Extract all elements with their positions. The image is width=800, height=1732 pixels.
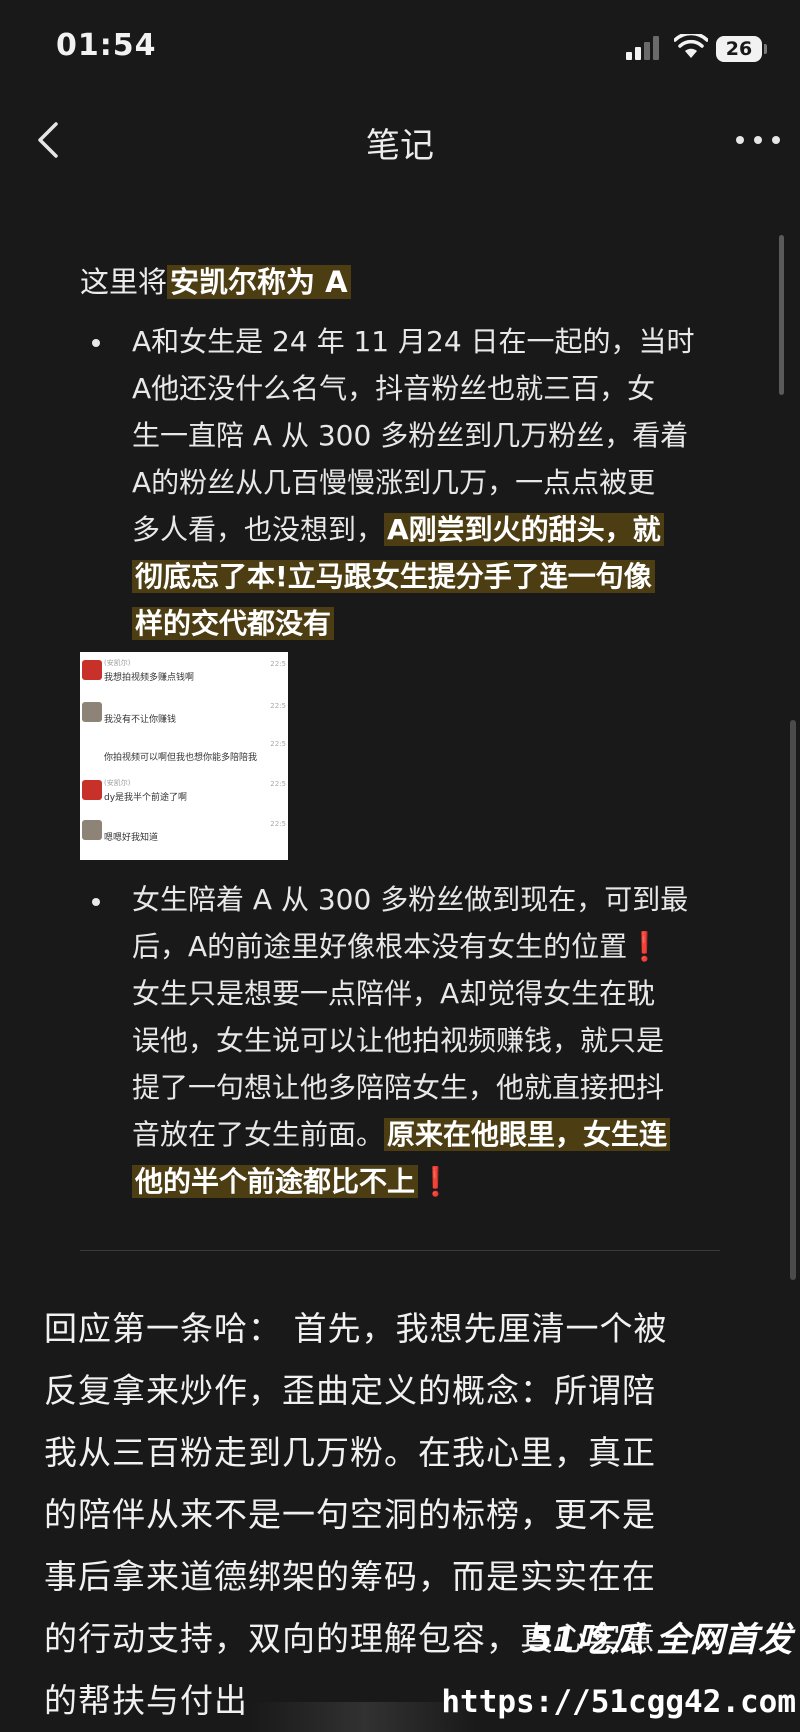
exclamation-mark-icon: ❗ [627,930,663,963]
bullet1-line: A和女生是 24 年 11 月24 日在一起的，当时 [132,325,695,358]
bullet2-line: 女生陪着 A 从 300 多粉丝做到现在，可到最 [132,883,689,916]
bullet2-highlight: 他的半个前途都比不上 [132,1165,419,1198]
chat-text: 嗯嗯好我知道 [104,833,159,843]
chat-message: (安凯尔) 我想拍视频多赚点钱啊 22:5 [80,656,288,698]
chat-message: (安凯尔) dy是我半个前途了啊 22:5 [80,776,288,818]
chat-text: 我没有不让你赚钱 [104,715,177,725]
avatar [82,820,102,840]
bullet1-highlight: 彻底忘了本!立马跟女生提分手了连一句像 [132,560,655,593]
bullet-item-1: A和女生是 24 年 11 月24 日在一起的，当时 A他还没什么名气，抖音粉丝… [132,318,722,647]
nav-bar: 笔记 [0,100,800,180]
bullet2-line: 他的半个前途都比不上 ❗ [132,1158,722,1205]
reply-line: 回应第一条哈： 首先，我想先厘清一个被 [44,1309,668,1348]
chat-message: 嗯嗯好我知道 22:5 [80,816,288,858]
chat-text: 你拍视频可以啊但我也想你能多陪陪我 [104,753,258,763]
bullet-item-2: 女生陪着 A 从 300 多粉丝做到现在，可到最 后，A的前途里好像根本没有女生… [132,876,722,1205]
chat-message: 你拍视频可以啊但我也想你能多陪陪我 22:5 [80,736,288,778]
note-intro: 这里将 安凯尔称为 A [80,260,351,304]
bullet2-line2-text: 后，A的前途里好像根本没有女生的位置 [132,930,628,963]
bullet2-line6-plain: 音放在了女生前面。 [132,1118,385,1151]
status-time: 01:54 [56,28,157,63]
more-options-button[interactable] [730,122,786,158]
bullet1-line: A他还没什么名气，抖音粉丝也就三百，女 [132,372,656,405]
watermark-brand: 51吃瓜 全网首发 [528,1620,792,1660]
bullet1-line5-plain: 多人看，也没想到， [132,513,385,546]
watermark-url: https://51cgg42.com [441,1684,796,1720]
reply-line: 我从三百粉走到几万粉。在我心里，真正 [44,1433,656,1472]
reply-line: 的陪伴从来不是一句空洞的标榜，更不是 [44,1495,656,1534]
bullet1-line: A的粉丝从几百慢慢涨到几万，一点点被更 [132,466,656,499]
chat-name: (安凯尔) [104,779,131,787]
bullet1-line: 彻底忘了本!立马跟女生提分手了连一句像 [132,553,722,600]
chat-time: 22:5 [270,820,286,828]
watermark: 51吃瓜 全网首发 https://51cgg42.com [441,1610,800,1732]
divider [80,1250,720,1251]
status-bar: 01:54 26 [0,0,800,100]
chat-message: 我没有不让你赚钱 22:5 [80,698,288,740]
bullet1-line: 多人看，也没想到， A刚尝到火的甜头，就 [132,506,722,553]
bullet1-line: 样的交代都没有 [132,600,722,647]
page-title: 笔记 [366,126,434,166]
wifi-icon [674,34,708,58]
chat-name: (安凯尔) [104,659,131,667]
signal-icon [626,36,664,60]
chat-time: 22:5 [270,780,286,788]
exclamation-mark-icon: ❗ [418,1165,453,1198]
battery-icon: 26 [716,36,762,62]
bullet-dot [92,339,100,347]
reply-line: 反复拿来炒作，歪曲定义的概念：所谓陪 [44,1371,656,1410]
intro-highlight: 安凯尔称为 A [167,265,351,299]
bullet-dot [92,898,100,906]
bullet2-highlight: 原来在他眼里，女生连 [384,1118,671,1151]
bullet2-line: 误他，女生说可以让他拍视频赚钱，就只是 [132,1024,665,1057]
reply-line: 事后拿来道德绑架的筹码，而是实实在在 [44,1557,656,1596]
bullet2-line: 音放在了女生前面。 原来在他眼里，女生连 [132,1111,722,1158]
battery-tip [764,44,767,54]
bullet2-line: 提了一句想让他多陪陪女生，他就直接把抖 [132,1071,665,1104]
bullet2-line: 后，A的前途里好像根本没有女生的位置❗ [132,923,722,970]
chat-text: 我想拍视频多赚点钱啊 [104,673,195,683]
bullet2-line: 女生只是想要一点陪伴，A却觉得女生在耽 [132,977,656,1010]
chat-time: 22:5 [270,740,286,748]
bullet1-highlight: 样的交代都没有 [132,607,335,640]
chat-text: dy是我半个前途了啊 [104,793,188,803]
chat-time: 22:5 [270,702,286,710]
chat-time: 22:5 [270,660,286,668]
chat-screenshot-image[interactable]: (安凯尔) 我想拍视频多赚点钱啊 22:5 我没有不让你赚钱 22:5 你拍视频… [80,652,288,860]
scrollbar-track[interactable] [790,720,796,1280]
bullet1-highlight: A刚尝到火的甜头，就 [384,513,664,546]
avatar [82,702,102,722]
bullet1-line: 生一直陪 A 从 300 多粉丝到几万粉丝，看着 [132,419,689,452]
intro-prefix: 这里将 [80,265,168,299]
avatar [82,780,102,800]
scrollbar[interactable] [779,235,784,395]
avatar [82,660,102,680]
